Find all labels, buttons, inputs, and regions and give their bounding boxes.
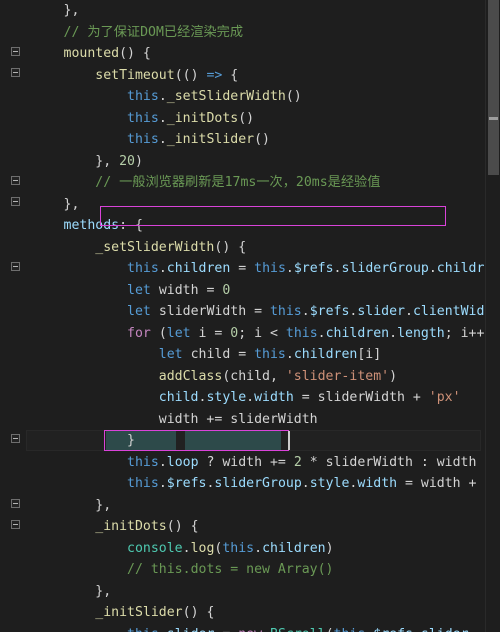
code-line[interactable]: mounted() { [0,43,500,65]
code-line[interactable]: console.log(this.children) [0,538,500,560]
fold-minus-icon[interactable] [11,262,20,271]
code-line[interactable]: this.loop ? width += 2 * sliderWidth : w… [0,452,500,474]
code-line[interactable]: } [0,430,500,452]
code-line[interactable]: }, [0,0,500,22]
code-line[interactable]: width += sliderWidth [0,409,500,431]
code-line[interactable]: this._setSliderWidth() [0,86,500,108]
fold-minus-icon[interactable] [11,499,20,508]
code-content[interactable]: }, // 为了保证DOM已经渲染完成 mounted() { setTimeo… [0,0,500,632]
code-line[interactable]: // this.dots = new Array() [0,559,500,581]
scrollbar-cursor-marker [489,117,498,120]
fold-minus-icon[interactable] [11,47,20,56]
text-cursor [288,431,290,450]
code-line[interactable]: }, [0,581,500,603]
code-line[interactable]: // 一般浏览器刷新是17ms一次，20ms是经验值 [0,172,500,194]
code-line[interactable]: this.children = this.$refs.sliderGroup.c… [0,258,500,280]
fold-minus-icon[interactable] [11,197,20,206]
vertical-scrollbar-thumb[interactable] [488,0,499,175]
code-line[interactable]: setTimeout(() => { [0,65,500,87]
fold-minus-icon[interactable] [11,434,20,443]
code-line[interactable]: // 为了保证DOM已经渲染完成 [0,22,500,44]
code-line[interactable]: this.slider = new BScroll(this.$refs.sli… [0,624,500,632]
code-line[interactable]: _initDots() { [0,516,500,538]
code-line[interactable]: _initSlider() { [0,602,500,624]
code-line[interactable]: _setSliderWidth() { [0,237,500,259]
code-line[interactable]: this._initDots() [0,108,500,130]
fold-gutter[interactable] [0,0,26,632]
code-line[interactable]: for (let i = 0; i < this.children.length… [0,323,500,345]
fold-minus-icon[interactable] [11,68,20,77]
code-line[interactable]: }, [0,194,500,216]
code-line[interactable]: }, [0,495,500,517]
fold-minus-icon[interactable] [11,520,20,529]
code-line[interactable]: let width = 0 [0,280,500,302]
code-line[interactable]: methods: { [0,215,500,237]
code-line[interactable]: }, 20) [0,151,500,173]
code-line[interactable]: let sliderWidth = this.$refs.slider.clie… [0,301,500,323]
code-line[interactable]: let child = this.children[i] [0,344,500,366]
fold-minus-icon[interactable] [11,176,20,185]
vertical-scrollbar-track[interactable] [486,0,500,632]
code-line[interactable]: this.$refs.sliderGroup.style.width = wid… [0,473,500,495]
code-line[interactable]: child.style.width = sliderWidth + 'px' [0,387,500,409]
code-line[interactable]: addClass(child, 'slider-item') [0,366,500,388]
code-editor[interactable]: }, // 为了保证DOM已经渲染完成 mounted() { setTimeo… [0,0,500,632]
code-line[interactable]: this._initSlider() [0,129,500,151]
